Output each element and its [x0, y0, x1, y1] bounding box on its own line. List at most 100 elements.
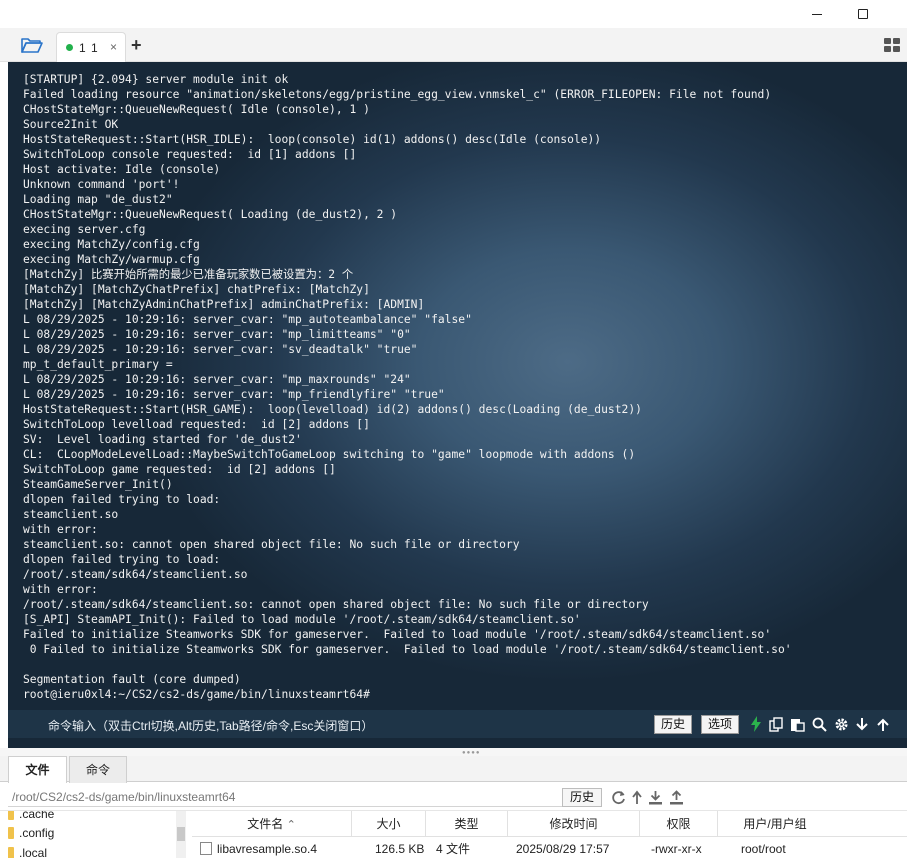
terminal-line: L 08/29/2025 - 10:29:16: server_cvar: "m…: [23, 328, 411, 341]
folder-open-icon: [21, 38, 43, 53]
tree-item-label: .cache: [19, 811, 55, 821]
bottom-tab-bar: 文件 命令: [0, 756, 907, 783]
search-icon[interactable]: [811, 716, 827, 732]
minimize-button[interactable]: [794, 0, 840, 28]
terminal-output[interactable]: [STARTUP] {2.094} server module init ok F…: [8, 62, 907, 748]
session-tab-bar: 1 1 × +: [0, 28, 907, 62]
column-header-modified[interactable]: 修改时间: [508, 811, 640, 837]
terminal-line: steamclient.so: cannot open shared objec…: [23, 538, 520, 551]
file-permissions: -rwxr-xr-x: [651, 842, 702, 856]
terminal-line: with error:: [23, 523, 98, 536]
file-table-header: 文件名 ⌃ 大小 类型 修改时间 权限 用户/用户组: [192, 811, 907, 837]
folder-icon: [8, 811, 14, 820]
terminal-line: [S_API] SteamAPI_Init(): Failed to load …: [23, 613, 581, 626]
command-input-bar[interactable]: 命令输入（双击Ctrl切换,Alt历史,Tab路径/命令,Esc关闭窗口） 历史…: [8, 710, 907, 738]
up-arrow-icon[interactable]: [629, 789, 645, 805]
file-table: 文件名 ⌃ 大小 类型 修改时间 权限 用户/用户组 libavresample…: [192, 811, 907, 858]
terminal-line: 0 Failed to initialize Steamworks SDK fo…: [23, 643, 792, 656]
sort-ascending-icon: ⌃: [286, 819, 296, 831]
terminal-line: Loading map "de_dust2": [23, 193, 173, 206]
tree-item-label: .config: [19, 826, 55, 840]
table-row[interactable]: libavresample.so.4 126.5 KB 4 文件 2025/08…: [192, 838, 907, 858]
terminal-lines: [STARTUP] {2.094} server module init ok F…: [23, 72, 792, 702]
command-options-button[interactable]: 选项: [701, 715, 740, 734]
refresh-icon[interactable]: [610, 789, 626, 805]
terminal-line: [MatchZy] [MatchZyAdminChatPrefix] admin…: [23, 298, 425, 311]
tree-item-cache[interactable]: .cache: [8, 811, 54, 823]
terminal-line: [MatchZy] [MatchZyChatPrefix] chatPrefix…: [23, 283, 370, 296]
grid-icon[interactable]: [884, 38, 900, 52]
session-tab[interactable]: 1 1 ×: [56, 32, 126, 62]
path-bar: /root/CS2/cs2-ds/game/bin/linuxsteamrt64…: [0, 783, 907, 811]
gear-icon[interactable]: [833, 716, 849, 732]
copy-icon[interactable]: [768, 716, 784, 732]
terminal-line: SwitchToLoop game requested: id [2] addo…: [23, 463, 336, 476]
terminal-line: Failed to initialize Steamworks SDK for …: [23, 628, 772, 641]
connected-status-dot: [66, 44, 73, 51]
column-header-name-label: 文件名: [247, 817, 284, 831]
paste-icon[interactable]: [789, 716, 805, 732]
terminal-line: root@ieru0xl4:~/CS2/cs2-ds/game/bin/linu…: [23, 688, 370, 701]
terminal-line: CL: CLoopModeLevelLoad::MaybeSwitchToGam…: [23, 448, 636, 461]
panel-splitter[interactable]: ●●●●: [0, 748, 907, 756]
folder-icon: [8, 847, 14, 858]
path-input[interactable]: /root/CS2/cs2-ds/game/bin/linuxsteamrt64: [8, 788, 562, 807]
column-header-type[interactable]: 类型: [426, 811, 508, 837]
terminal-line: Failed loading resource "animation/skele…: [23, 88, 772, 101]
upload-arrow-icon[interactable]: [875, 716, 891, 732]
file-name: libavresample.so.4: [217, 842, 318, 856]
column-header-name[interactable]: 文件名 ⌃: [192, 811, 352, 837]
terminal-line: L 08/29/2025 - 10:29:16: server_cvar: "m…: [23, 313, 472, 326]
terminal-line: Source2Init OK: [23, 118, 119, 131]
download-icon[interactable]: [647, 789, 663, 805]
terminal-line: execing MatchZy/config.cfg: [23, 238, 200, 251]
terminal-line: [STARTUP] {2.094} server module init ok: [23, 73, 289, 86]
title-bar: [0, 0, 907, 28]
terminal-line: dlopen failed trying to load:: [23, 493, 221, 506]
tree-item-label: .local: [19, 846, 48, 858]
minimize-icon: [812, 13, 822, 15]
terminal-line: CHostStateMgr::QueueNewRequest( Loading …: [23, 208, 398, 221]
lightning-icon[interactable]: [748, 716, 764, 732]
terminal-line: execing MatchZy/warmup.cfg: [23, 253, 200, 266]
column-header-owner[interactable]: 用户/用户组: [718, 811, 832, 837]
column-header-size[interactable]: 大小: [352, 811, 426, 837]
terminal-line: SV: Level loading started for 'de_dust2': [23, 433, 302, 446]
open-session-button[interactable]: [14, 33, 50, 57]
maximize-button[interactable]: [840, 0, 886, 28]
tree-scrollbar-thumb[interactable]: [177, 827, 185, 841]
tab-files[interactable]: 文件: [8, 756, 67, 783]
add-tab-button[interactable]: +: [131, 36, 142, 54]
terminal-line: steamclient.so: [23, 508, 119, 521]
download-arrow-icon[interactable]: [854, 716, 870, 732]
command-input-hint[interactable]: 命令输入（双击Ctrl切换,Alt历史,Tab路径/命令,Esc关闭窗口）: [48, 717, 373, 734]
file-type: 4 文件: [436, 842, 471, 856]
terminal-line: L 08/29/2025 - 10:29:16: server_cvar: "m…: [23, 388, 445, 401]
file-modified: 2025/08/29 17:57: [516, 842, 610, 856]
terminal-line: mp_t_default_primary =: [23, 358, 173, 371]
terminal-line: /root/.steam/sdk64/steamclient.so: [23, 568, 248, 581]
terminal-line: HostStateRequest::Start(HSR_IDLE): loop(…: [23, 133, 602, 146]
terminal-line: SteamGameServer_Init(): [23, 478, 173, 491]
terminal-line: execing server.cfg: [23, 223, 146, 236]
column-header-permissions[interactable]: 权限: [640, 811, 718, 837]
close-icon[interactable]: ×: [110, 40, 117, 54]
directory-tree: .cache .config .local: [0, 811, 190, 858]
tab-commands[interactable]: 命令: [69, 756, 127, 783]
tree-scrollbar[interactable]: [176, 811, 186, 858]
folder-icon: [8, 827, 14, 839]
terminal-line: Host activate: Idle (console): [23, 163, 221, 176]
session-tab-label: 1 1: [79, 40, 99, 55]
row-checkbox[interactable]: [200, 842, 212, 855]
upload-icon[interactable]: [668, 789, 684, 805]
tree-item-config[interactable]: .config: [8, 824, 54, 842]
terminal-line: Unknown command 'port'!: [23, 178, 180, 191]
file-size: 126.5 KB: [375, 842, 425, 856]
command-history-button[interactable]: 历史: [654, 715, 693, 734]
app-window: { "tabs": { "session_label": "1 1", "clo…: [0, 0, 907, 858]
tree-item-local[interactable]: .local: [8, 844, 47, 858]
terminal-line: with error:: [23, 583, 98, 596]
terminal-line: SwitchToLoop levelload requested: id [2]…: [23, 418, 370, 431]
path-history-button[interactable]: 历史: [562, 788, 603, 807]
